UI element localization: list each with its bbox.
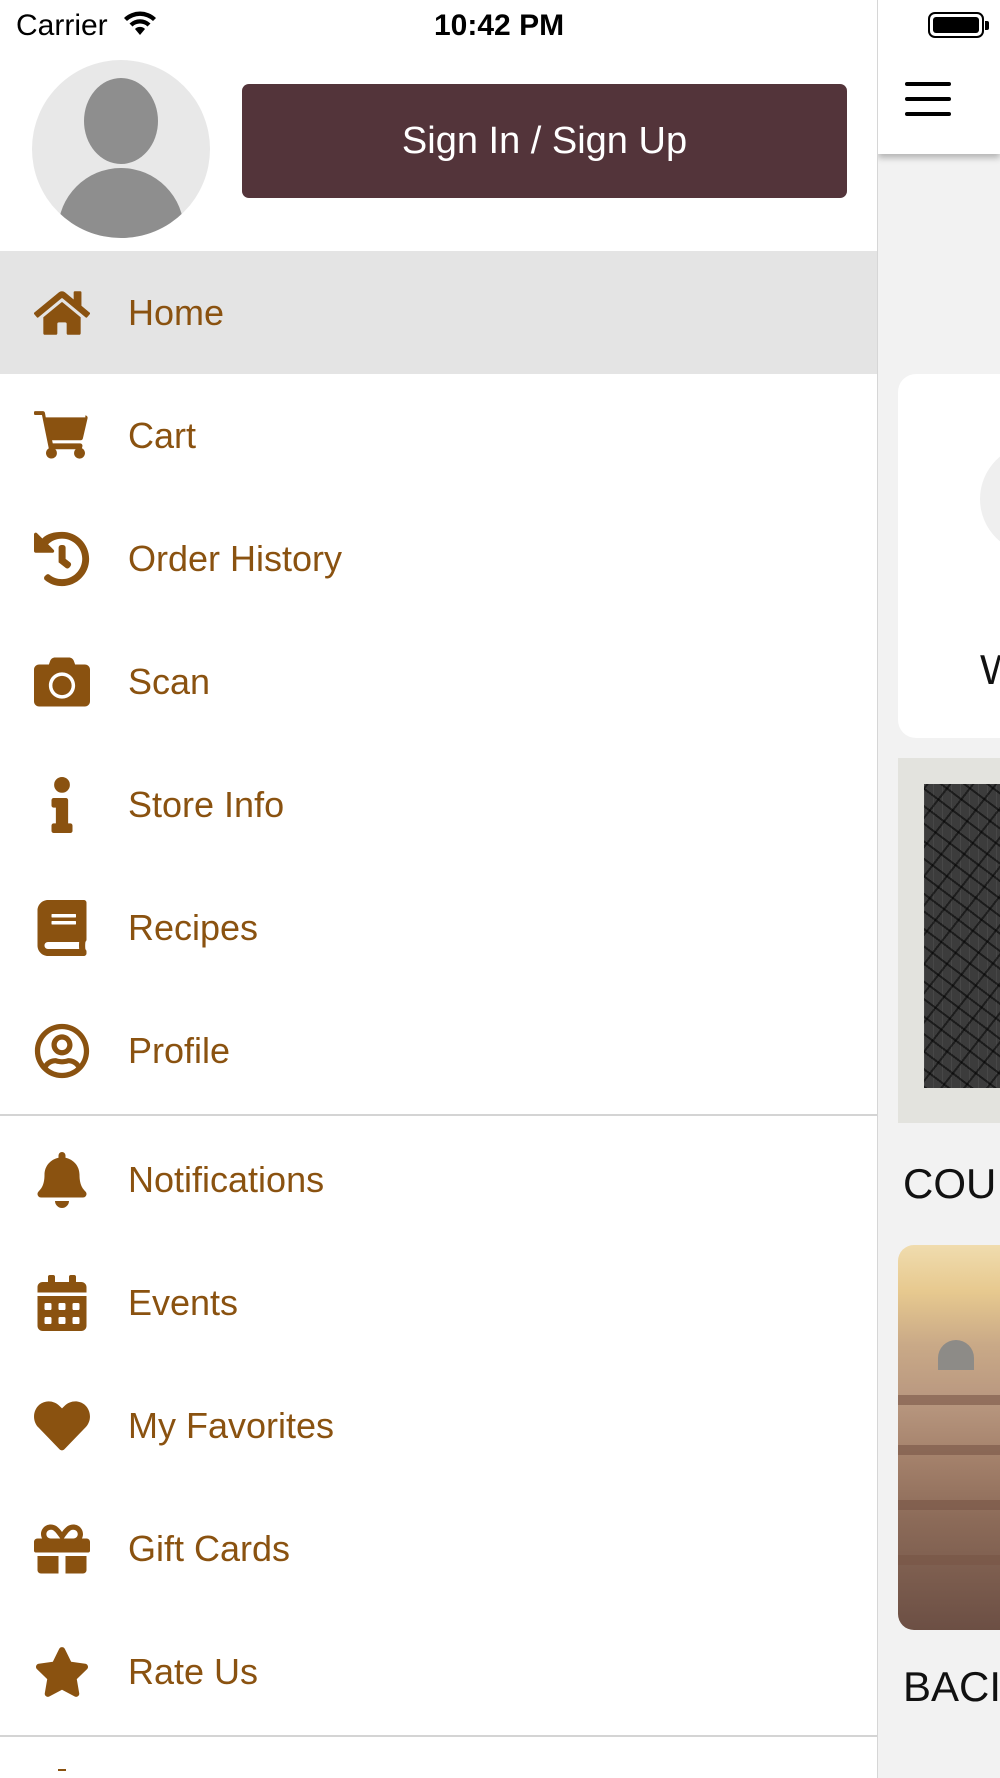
menu-item-home[interactable]: Home <box>0 251 877 374</box>
menu-item-my-favorites[interactable]: My Favorites <box>0 1364 877 1487</box>
clock: 10:42 PM <box>434 9 565 42</box>
cart-icon <box>32 406 92 466</box>
menu-item-label: Home <box>128 291 225 333</box>
star-icon <box>32 1642 92 1702</box>
promo-photo[interactable] <box>898 1245 1000 1630</box>
menu-item-recipes[interactable]: Recipes <box>0 866 877 989</box>
drawer-menu: Home Cart Order History Scan Store Info <box>0 251 877 1778</box>
avatar[interactable] <box>32 60 210 238</box>
gift-icon <box>32 1519 92 1579</box>
menu-item-order-history[interactable]: Order History <box>0 497 877 620</box>
menu-item-rate-us[interactable]: Rate Us <box>0 1610 877 1733</box>
bell-icon <box>32 1150 92 1210</box>
card-title-fragment: W <box>980 646 1000 693</box>
menu-item-label: Notifications <box>128 1158 325 1200</box>
menu-item-label: Store Info <box>128 783 285 825</box>
sign-in-button[interactable]: Sign In / Sign Up <box>242 84 847 198</box>
menu-item-notifications[interactable]: Notifications <box>0 1118 877 1241</box>
menu-item-label: Profile <box>128 1029 231 1071</box>
camera-icon <box>32 652 92 712</box>
welcome-card[interactable]: W <box>898 374 1000 738</box>
section-title: COU <box>903 1160 997 1207</box>
status-bar: Carrier 10:42 PM <box>0 0 877 50</box>
menu-item-profile[interactable]: Profile <box>0 989 877 1112</box>
heart-icon <box>32 1396 92 1456</box>
side-drawer: Carrier 10:42 PM Sign In / Sign Up Home … <box>0 0 878 1778</box>
menu-divider <box>0 1114 877 1116</box>
menu-item-cart[interactable]: Cart <box>0 374 877 497</box>
battery-icon <box>928 12 989 38</box>
menu-item-label: My Favorites <box>128 1404 335 1446</box>
home-icon <box>32 283 92 343</box>
menu-item-label: Gift Cards <box>128 1527 291 1569</box>
carrier-label: Carrier <box>16 9 108 42</box>
menu-item-label: Rate Us <box>128 1650 259 1692</box>
menu-item-label: Cart <box>128 414 197 456</box>
featured-banner[interactable] <box>898 758 1000 1123</box>
menu-item-icon-partial <box>32 1753 92 1778</box>
menu-item-gift-cards[interactable]: Gift Cards <box>0 1487 877 1610</box>
calendar-icon <box>32 1273 92 1333</box>
menu-item-label: Recipes <box>128 906 259 948</box>
menu-divider <box>0 1735 877 1737</box>
info-icon <box>32 775 92 835</box>
section-title: BACI <box>903 1663 1000 1710</box>
menu-item-label: Events <box>128 1281 239 1323</box>
banner-image <box>924 784 1000 1088</box>
book-icon <box>32 898 92 958</box>
menu-item-store-info[interactable]: Store Info <box>0 743 877 866</box>
history-icon <box>32 529 92 589</box>
menu-item-label: Order History <box>128 537 343 579</box>
menu-item-label: Scan <box>128 660 211 702</box>
hamburger-menu-icon[interactable] <box>905 82 951 116</box>
menu-item-scan[interactable]: Scan <box>0 620 877 743</box>
user-circle-icon <box>32 1021 92 1081</box>
wifi-icon <box>124 11 156 35</box>
menu-item-events[interactable]: Events <box>0 1241 877 1364</box>
menu-item-more[interactable] <box>0 1739 877 1778</box>
card-image-placeholder <box>980 444 1000 554</box>
